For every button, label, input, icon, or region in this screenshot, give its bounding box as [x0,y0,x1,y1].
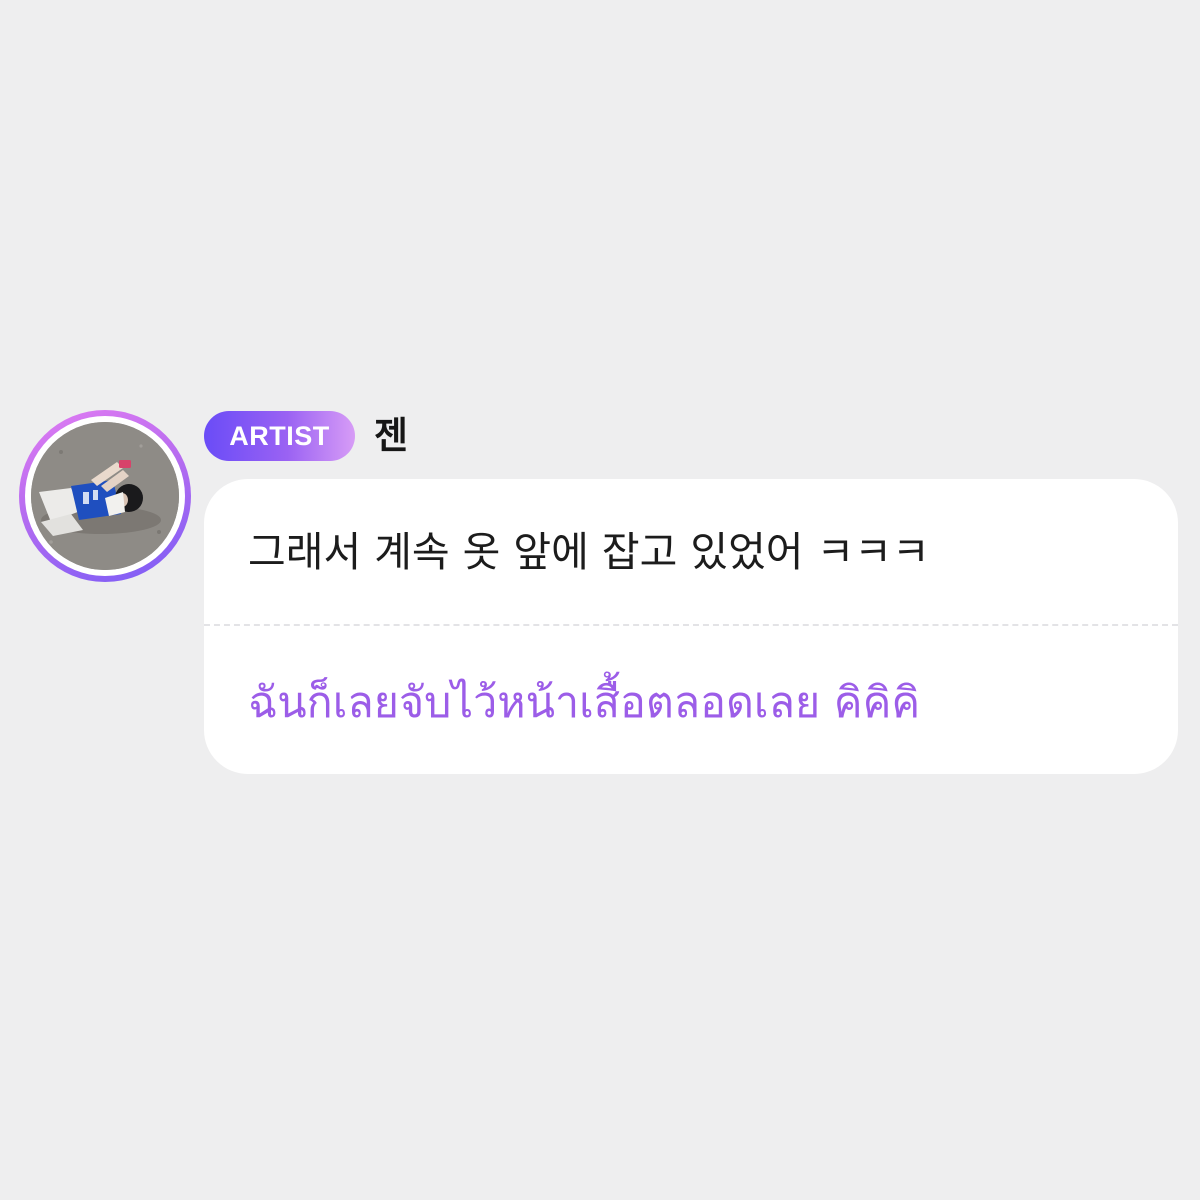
artist-badge: ARTIST [204,411,355,461]
avatar-ring-gap [25,416,185,576]
translation-divider [204,624,1178,626]
message-bubble[interactable]: 그래서 계속 옷 앞에 잡고 있었어 ㅋㅋㅋ ฉันก็เลยจับไว้หน้… [204,479,1178,774]
translated-message-text: ฉันก็เลยจับไว้หน้าเสื้อตลอดเลย คิคิคิ [248,678,921,728]
chat-message: ARTIST 젠 그래서 계속 옷 앞에 잡고 있었어 ㅋㅋㅋ ฉันก็เลย… [0,0,1200,1200]
avatar-photo [31,422,179,570]
author-name[interactable]: 젠 [374,410,408,462]
avatar[interactable] [19,410,191,582]
original-message-text: 그래서 계속 옷 앞에 잡고 있었어 ㅋㅋㅋ [248,528,930,576]
avatar-person-lying-image [31,422,179,570]
